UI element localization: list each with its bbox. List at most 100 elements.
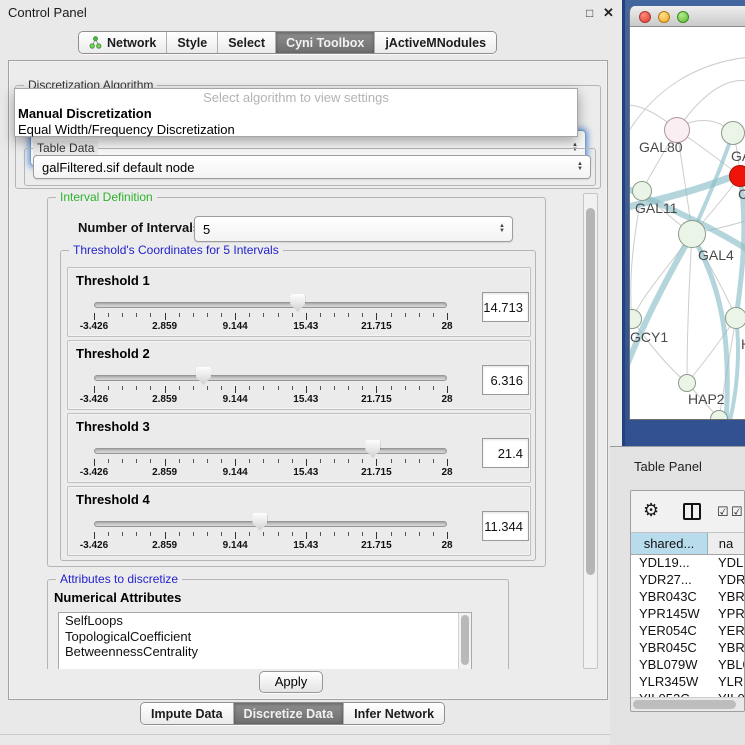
table-data-select[interactable]: galFiltered.sif default node ▲▼ [33,155,591,179]
slider-tick-labels: -3.4262.8599.14415.4321.71528 [94,540,447,552]
tick-label: -3.426 [80,394,108,405]
group-title-table-data: Table Data [33,141,98,156]
gear-icon[interactable]: ⚙ [643,500,659,520]
tick-label: 15.43 [293,394,318,405]
attribute-item[interactable]: SelfLoops [59,613,471,629]
table-horizontal-scrollbar[interactable] [631,697,744,712]
tab-jactivemnodules[interactable]: jActiveMNodules [375,32,496,53]
network-node-ga[interactable] [721,121,745,145]
table-data-value: galFiltered.sif default node [42,160,194,175]
tab-cyni-toolbox[interactable]: Cyni Toolbox [276,32,375,53]
number-of-intervals-value: 5 [203,222,210,237]
popup-option-manual-discretization[interactable]: Manual Discretization [15,106,577,122]
zoom-window-icon[interactable] [677,11,689,23]
threshold-value-field[interactable]: 21.4 [482,438,529,468]
network-window-titlebar[interactable] [630,6,745,27]
tick-label: -3.426 [80,540,108,551]
number-of-intervals-select[interactable]: 5 ▲▼ [194,216,513,242]
tab-select[interactable]: Select [218,32,276,53]
table-row[interactable]: YLR345WYLR3 [631,674,744,691]
float-window-icon[interactable]: □ [586,6,593,20]
slider-thumb[interactable] [252,513,267,531]
attribute-item[interactable]: BetweennessCentrality [59,644,471,660]
table-row[interactable]: YDR27...YDR2 [631,572,744,589]
cell-shared-name: YPR145W [631,606,708,623]
algorithm-popup: Select algorithm to view settings Manual… [14,88,578,137]
cell-name: YBR0 [708,640,744,657]
cell-shared-name: YDR27... [631,572,708,589]
slider-ticks [94,459,447,467]
tick-label: 9.144 [223,540,248,551]
threshold-panel: Threshold 4-3.4262.8599.14415.4321.71528… [67,486,531,556]
slider-track[interactable] [94,448,447,454]
tick-label: -3.426 [80,467,108,478]
tab-network[interactable]: Network [79,32,167,53]
slider-track[interactable] [94,302,447,308]
slider-thumb[interactable] [290,294,305,312]
checkbox-icon[interactable]: ☑ [717,504,729,520]
tab-discretize-data[interactable]: Discretize Data [234,703,345,724]
attributes-list-scrollbar[interactable] [458,613,471,669]
slider-thumb[interactable] [196,367,211,385]
tab-style[interactable]: Style [167,32,218,53]
tick-label: 21.715 [361,467,392,478]
apply-button[interactable]: Apply [259,671,323,693]
column-header-name[interactable]: na [708,533,744,554]
threshold-label: Threshold 2 [76,346,150,361]
node-label: HAP2 [688,391,725,407]
network-node-gal11[interactable] [632,181,652,201]
checkbox-icon[interactable]: ☑ [731,504,743,520]
close-icon[interactable]: ✕ [603,5,614,21]
algorithm-popup-hint: Select algorithm to view settings [15,89,577,106]
slider-thumb[interactable] [365,440,380,458]
threshold-value-field[interactable]: 11.344 [482,511,529,541]
node-label: GA [731,148,745,164]
network-node-gal4[interactable] [678,220,706,248]
tick-label: 15.43 [293,321,318,332]
node-label: GCY1 [630,329,668,345]
network-node-c[interactable] [729,165,745,187]
group-title-thresholds: Threshold's Coordinates for 5 Intervals [69,243,283,258]
attribute-item[interactable]: TopologicalCoefficient [59,629,471,645]
close-window-icon[interactable] [639,11,651,23]
settings-vertical-scrollbar[interactable] [583,193,598,669]
cell-shared-name: YBR045C [631,640,708,657]
thresholds-group: Threshold's Coordinates for 5 Intervals … [60,250,536,561]
network-node-h[interactable] [725,307,745,329]
cell-name: YLR3 [708,674,744,691]
tick-label: 9.144 [223,394,248,405]
table-row[interactable]: YBL079WYBL0 [631,657,744,674]
slider-track[interactable] [94,375,447,381]
settings-scroll-area: Interval Definition Number of Intervals … [11,191,583,669]
table-data-group: Table Data galFiltered.sif default node … [24,148,596,186]
threshold-panel: Threshold 2-3.4262.8599.14415.4321.71528… [67,340,531,410]
popup-option-equal-width-frequency[interactable]: Equal Width/Frequency Discretization [15,122,577,138]
threshold-value-field[interactable]: 6.316 [482,365,529,395]
tick-label: 2.859 [152,321,177,332]
cell-name: YBR0 [708,589,744,606]
slider-tick-labels: -3.4262.8599.14415.4321.71528 [94,467,447,479]
table-row[interactable]: YER054CYER0 [631,623,744,640]
tab-infer-network[interactable]: Infer Network [344,703,444,724]
network-node-hap2[interactable] [678,374,696,392]
split-columns-icon[interactable] [683,503,701,520]
node-label: C [738,186,745,202]
network-icon [89,36,102,49]
slider-track[interactable] [94,521,447,527]
tab-label: Cyni Toolbox [286,36,364,50]
table-row[interactable]: YDL19...YDL1 [631,555,744,572]
cell-shared-name: YBL079W [631,657,708,674]
table-row[interactable]: YBR045CYBR0 [631,640,744,657]
minimize-window-icon[interactable] [658,11,670,23]
threshold-value-field[interactable]: 14.713 [482,292,529,322]
column-header-shared-name[interactable]: shared... [631,533,708,554]
tick-label: 28 [441,321,452,332]
table-row[interactable]: YBR043CYBR0 [631,589,744,606]
tick-label: 2.859 [152,394,177,405]
network-canvas[interactable]: GAL80GACGAL11GAL4GCY1HHAP2 [630,27,745,420]
table-row[interactable]: YPR145WYPR1 [631,606,744,623]
tab-impute-data[interactable]: Impute Data [141,703,234,724]
cell-name: YDR2 [708,572,744,589]
attributes-list[interactable]: SelfLoopsTopologicalCoefficientBetweenne… [58,612,472,669]
cell-name: YDL1 [708,555,744,572]
